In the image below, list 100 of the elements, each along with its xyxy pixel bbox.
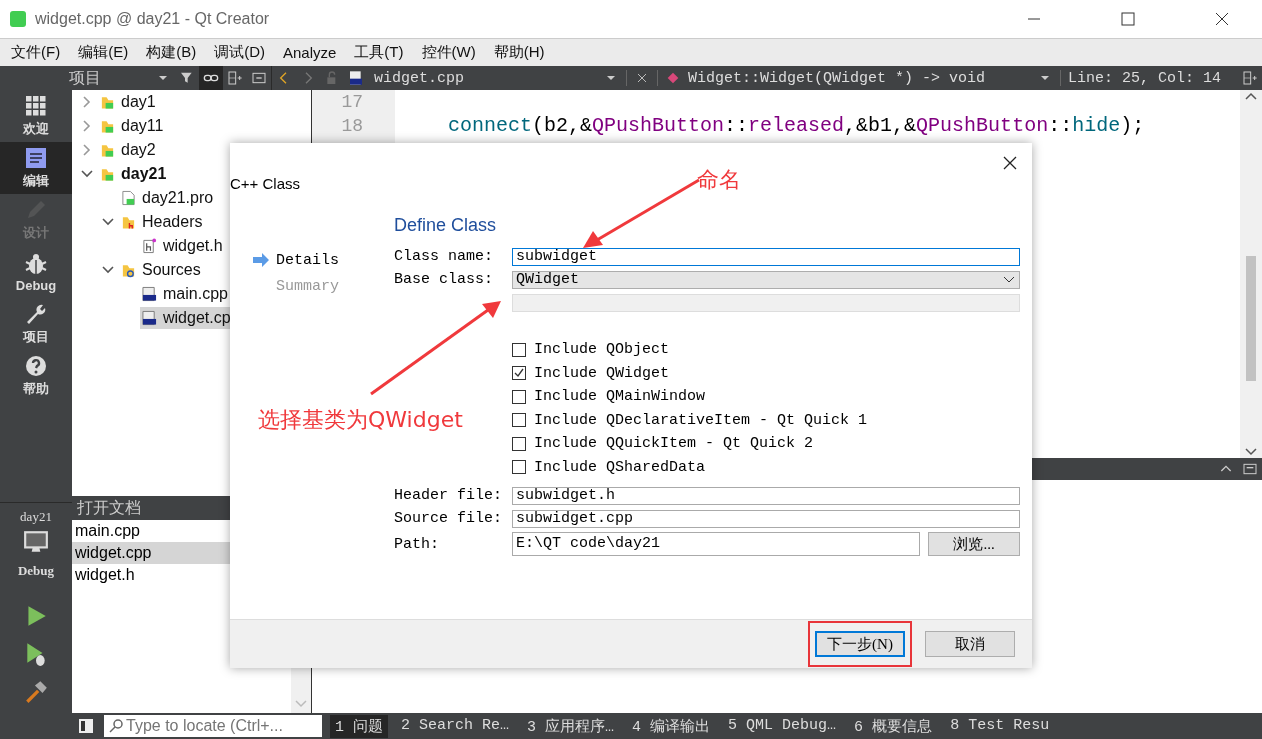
hide-pane-icon[interactable] bbox=[251, 70, 267, 86]
mode-button[interactable]: Debug bbox=[0, 246, 72, 298]
monitor-icon[interactable] bbox=[23, 529, 49, 555]
split-icon[interactable] bbox=[1242, 70, 1258, 86]
checkbox-label: Include QObject bbox=[534, 341, 670, 359]
tree-item[interactable]: day2 bbox=[98, 139, 156, 161]
dialog-button[interactable]: 取消 bbox=[925, 631, 1015, 657]
pane-title: 打开文档 bbox=[77, 497, 141, 518]
tree-item[interactable]: widget.cp bbox=[140, 307, 231, 329]
output-tab[interactable]: 6 概要信息 bbox=[849, 714, 938, 738]
tree-item[interactable]: widget.h bbox=[140, 235, 223, 257]
wizard-step: Summary bbox=[252, 273, 394, 299]
menu-item[interactable]: 控件(W) bbox=[414, 43, 483, 62]
checkbox-label: Include QMainWindow bbox=[534, 388, 706, 406]
output-tab[interactable]: 5 QML Debug… bbox=[723, 714, 842, 738]
output-tab[interactable]: 8 Test Resu bbox=[945, 714, 1055, 738]
menu-item[interactable]: 编辑(E) bbox=[71, 43, 136, 62]
app-logo-icon bbox=[10, 11, 26, 27]
checkbox-label: Include QSharedData bbox=[534, 458, 706, 476]
checkbox[interactable] bbox=[512, 413, 526, 428]
grid-icon bbox=[24, 94, 48, 118]
help-icon bbox=[24, 354, 48, 378]
field-label: Path: bbox=[394, 535, 440, 553]
menu-item[interactable]: 构建(B) bbox=[139, 43, 204, 62]
cursor-position: Line: 25, Col: 14 bbox=[1068, 69, 1223, 87]
hammer-icon[interactable] bbox=[23, 679, 49, 705]
maximize-icon[interactable] bbox=[1121, 12, 1135, 26]
checkbox[interactable] bbox=[512, 436, 526, 451]
input-field[interactable]: subwidget.cpp bbox=[512, 509, 1020, 528]
scrollbar[interactable] bbox=[1240, 90, 1262, 458]
mode-button[interactable]: 帮助 bbox=[0, 350, 72, 402]
tree-item[interactable]: day1 bbox=[98, 91, 156, 113]
tree-item[interactable]: Sources bbox=[119, 259, 201, 281]
function-selector[interactable]: Widget::Widget(QWidget *) -> void bbox=[688, 69, 1033, 87]
project-file-icon bbox=[121, 190, 136, 206]
mode-button[interactable]: 项目 bbox=[0, 298, 72, 350]
menu-item[interactable]: 调试(D) bbox=[207, 43, 272, 62]
mode-button[interactable]: 欢迎 bbox=[0, 90, 72, 142]
close-icon[interactable] bbox=[1002, 155, 1018, 171]
file-name[interactable]: widget.cpp bbox=[374, 69, 599, 87]
annotation-text: 命名 bbox=[697, 166, 741, 194]
pane-title: 项目 bbox=[68, 67, 102, 88]
browse-button[interactable]: 浏览... bbox=[928, 532, 1020, 556]
tree-item[interactable]: day11 bbox=[98, 115, 164, 137]
field-label: Header file: bbox=[394, 487, 504, 504]
sidebar-toggle-icon[interactable] bbox=[78, 718, 94, 734]
project-name: day21 bbox=[20, 509, 52, 525]
input-field[interactable]: E:\QT code\day21 bbox=[512, 532, 920, 556]
checkbox[interactable] bbox=[512, 389, 526, 404]
tree-item[interactable]: day21 bbox=[98, 163, 167, 185]
output-tab[interactable]: 2 Search Re… bbox=[396, 714, 515, 738]
header-folder-icon bbox=[121, 214, 136, 230]
checkbox[interactable] bbox=[512, 460, 526, 475]
locator-field[interactable]: Type to locate (Ctrl+... bbox=[104, 715, 322, 737]
checkbox-label: Include QQuickItem - Qt Quick 2 bbox=[534, 435, 814, 453]
split-icon[interactable] bbox=[227, 70, 243, 86]
field-label: Base class: bbox=[394, 271, 495, 288]
cpp-file-icon bbox=[348, 70, 364, 86]
checkbox[interactable] bbox=[512, 342, 526, 357]
output-tab[interactable]: 4 编译输出 bbox=[627, 714, 716, 738]
output-tab[interactable]: 3 应用程序… bbox=[522, 714, 620, 738]
build-config: Debug bbox=[17, 563, 55, 579]
menu-item[interactable]: Analyze bbox=[276, 44, 344, 61]
mode-button[interactable]: 编辑 bbox=[0, 142, 72, 194]
line-number: 18 bbox=[340, 115, 364, 138]
wizard-step: Details bbox=[252, 247, 394, 273]
cpp-file-icon bbox=[142, 286, 157, 302]
tree-item[interactable]: Headers bbox=[119, 211, 203, 233]
search-icon bbox=[108, 718, 124, 734]
close-icon[interactable] bbox=[1215, 12, 1229, 26]
bug-icon bbox=[24, 251, 48, 276]
dialog-button[interactable]: 下一步(N) bbox=[815, 631, 905, 657]
output-tab[interactable]: 1 问题 bbox=[330, 714, 388, 738]
input-field[interactable]: subwidget bbox=[512, 247, 1020, 266]
checkbox[interactable] bbox=[512, 366, 526, 381]
document-icon bbox=[24, 146, 48, 170]
header-file-icon bbox=[142, 238, 157, 254]
field-label: Source file: bbox=[394, 510, 504, 527]
scrollbar-thumb[interactable] bbox=[1246, 256, 1256, 381]
section-heading: Define Class bbox=[394, 215, 497, 235]
link-icon[interactable] bbox=[199, 66, 223, 90]
checkbox-label: Include QWidget bbox=[534, 364, 670, 382]
field-label: Class name: bbox=[394, 248, 495, 265]
window-title: widget.cpp @ day21 - Qt Creator bbox=[35, 10, 271, 28]
chevron-down-icon bbox=[1003, 275, 1015, 284]
menu-item[interactable]: 帮助(H) bbox=[486, 43, 552, 62]
arrow-icon bbox=[252, 253, 270, 267]
tree-item[interactable]: main.cpp bbox=[140, 283, 228, 305]
dropdown[interactable]: QWidget bbox=[512, 270, 1020, 289]
cpp-file-icon bbox=[142, 310, 157, 326]
project-folder-icon bbox=[100, 94, 115, 110]
menu-item[interactable]: 文件(F) bbox=[4, 43, 68, 62]
tree-item[interactable]: day21.pro bbox=[119, 187, 214, 209]
code-line: connect(b2,&QPushButton::released,&b1,&QPushButton::hide); bbox=[448, 114, 1146, 138]
project-folder-icon bbox=[100, 166, 115, 182]
menu-item[interactable]: 工具(T) bbox=[347, 43, 411, 62]
project-folder-icon bbox=[100, 142, 115, 158]
input-field[interactable]: subwidget.h bbox=[512, 486, 1020, 505]
maximize-icon[interactable] bbox=[1242, 461, 1258, 477]
dialog-title: C++ Class bbox=[230, 175, 301, 192]
